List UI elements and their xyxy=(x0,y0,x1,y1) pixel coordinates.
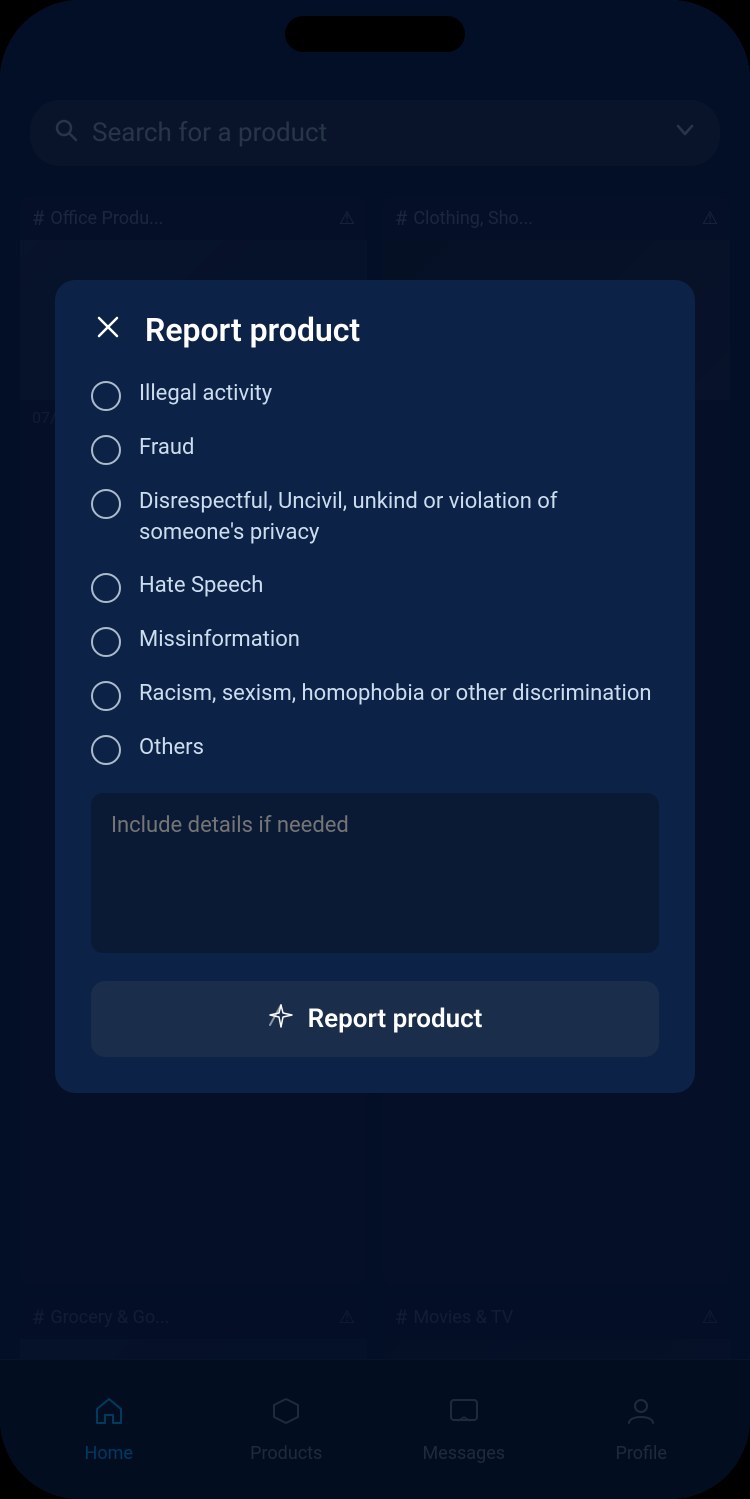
report-submit-button[interactable]: Report product xyxy=(91,981,659,1057)
radio-others[interactable] xyxy=(91,735,121,765)
option-label-hate: Hate Speech xyxy=(139,571,263,602)
option-label-others: Others xyxy=(139,733,204,764)
radio-hate[interactable] xyxy=(91,573,121,603)
option-label-disrespectful: Disrespectful, Uncivil, unkind or violat… xyxy=(139,487,659,549)
report-options: Illegal activity Fraud Disrespectful, Un… xyxy=(91,379,659,765)
option-label-fraud: Fraud xyxy=(139,433,194,464)
details-textarea[interactable] xyxy=(91,793,659,953)
option-illegal[interactable]: Illegal activity xyxy=(91,379,659,411)
option-label-racism: Racism, sexism, homophobia or other disc… xyxy=(139,679,652,710)
option-label-misinfo: Missinformation xyxy=(139,625,300,656)
modal-header: Report product xyxy=(91,310,659,349)
report-button-label: Report product xyxy=(308,1004,483,1034)
option-fraud[interactable]: Fraud xyxy=(91,433,659,465)
radio-disrespectful[interactable] xyxy=(91,489,121,519)
option-racism[interactable]: Racism, sexism, homophobia or other disc… xyxy=(91,679,659,711)
close-button[interactable] xyxy=(91,310,125,349)
modal-title: Report product xyxy=(145,311,360,349)
option-others[interactable]: Others xyxy=(91,733,659,765)
modal-overlay: Report product Illegal activity Fraud Di… xyxy=(0,0,750,1499)
option-label-illegal: Illegal activity xyxy=(139,379,272,410)
option-hate[interactable]: Hate Speech xyxy=(91,571,659,603)
option-disrespectful[interactable]: Disrespectful, Uncivil, unkind or violat… xyxy=(91,487,659,549)
option-misinfo[interactable]: Missinformation xyxy=(91,625,659,657)
phone-notch xyxy=(285,16,465,52)
radio-illegal[interactable] xyxy=(91,381,121,411)
radio-racism[interactable] xyxy=(91,681,121,711)
phone-frame: Search for a product # Office Produ... ⚠ xyxy=(0,0,750,1499)
radio-misinfo[interactable] xyxy=(91,627,121,657)
radio-fraud[interactable] xyxy=(91,435,121,465)
report-modal: Report product Illegal activity Fraud Di… xyxy=(55,280,695,1093)
report-button-icon xyxy=(268,1003,294,1035)
